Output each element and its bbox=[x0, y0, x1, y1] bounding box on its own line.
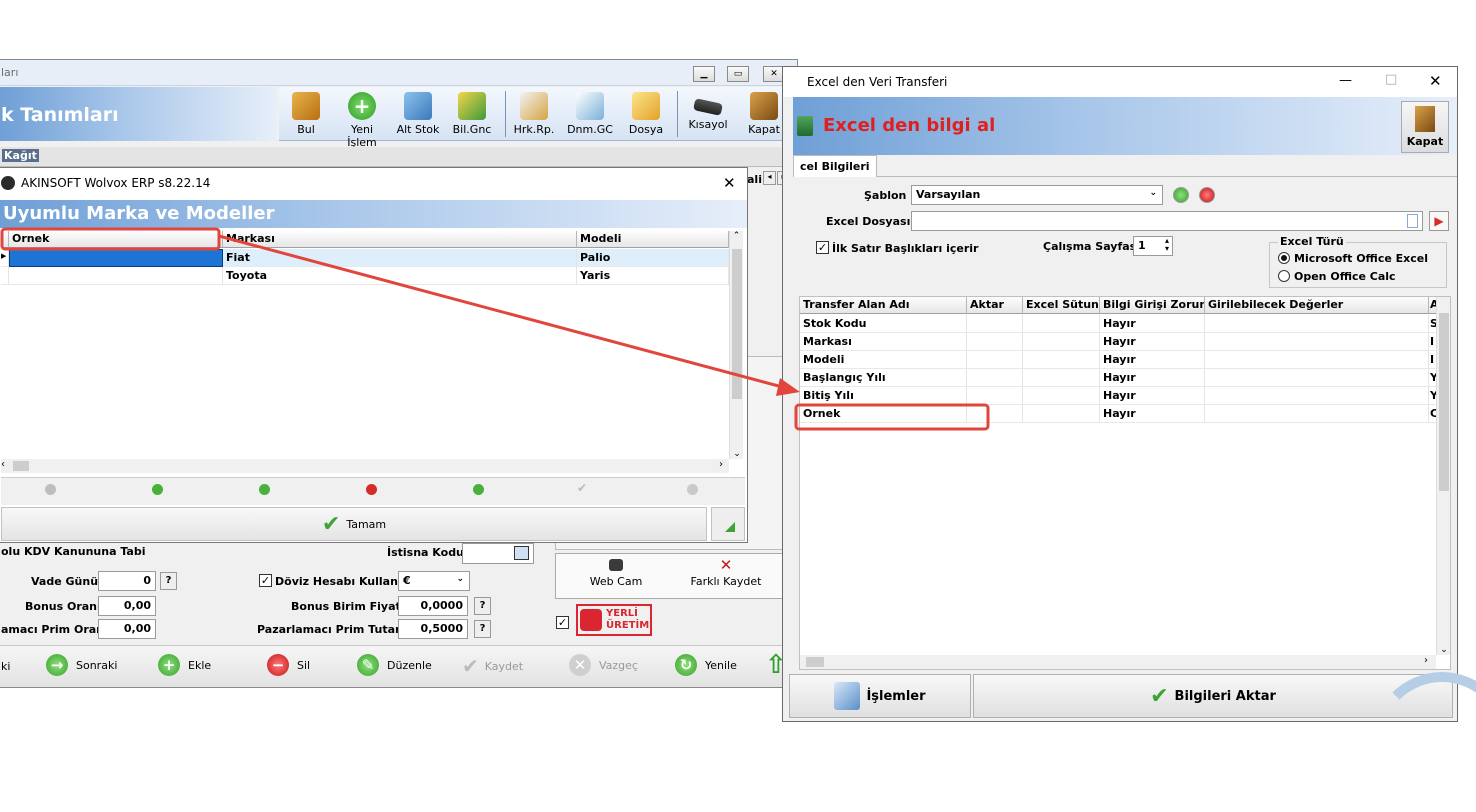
mapping-arrow bbox=[218, 234, 787, 390]
annotation-overlay bbox=[0, 227, 990, 431]
target-highlight-box bbox=[794, 403, 990, 431]
arrow-head-icon bbox=[776, 378, 800, 396]
source-highlight-box bbox=[0, 227, 221, 251]
